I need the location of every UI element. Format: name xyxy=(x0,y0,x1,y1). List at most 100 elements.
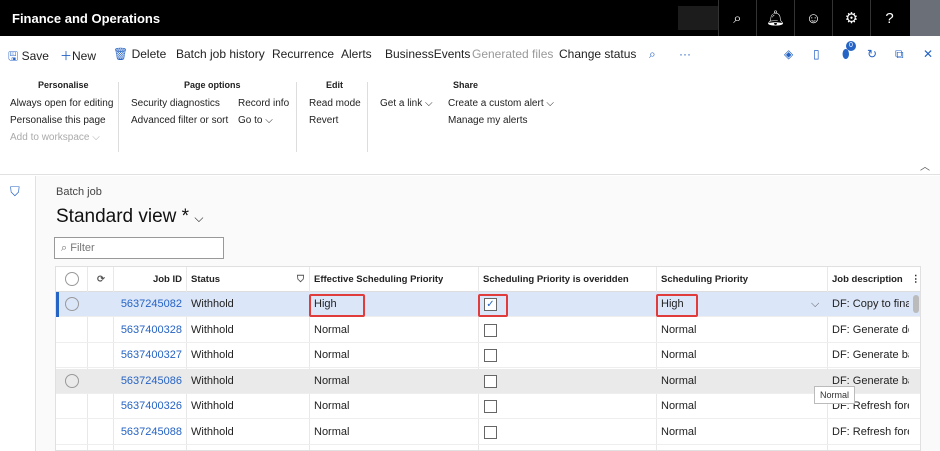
office-icon[interactable]: ▯ xyxy=(813,47,820,61)
status-cell: Withhold xyxy=(191,349,234,361)
diamond-icon[interactable]: ◈ xyxy=(784,47,793,61)
scheduling-priority-cell[interactable]: Normal xyxy=(656,318,696,343)
search-icon[interactable]: ⌕ xyxy=(649,47,656,62)
scheduling-priority-cell[interactable]: Normal xyxy=(656,394,696,419)
search-icon[interactable]: ⌕ xyxy=(718,0,756,36)
overridden-checkbox[interactable] xyxy=(484,323,497,337)
col-effective-priority[interactable]: Effective Scheduling Priority xyxy=(309,267,443,292)
generated-files-button[interactable]: Generated files xyxy=(472,47,553,61)
company-selector[interactable] xyxy=(678,6,718,30)
table-row[interactable]: 5637400326 Withhold Normal Normal DF: Refres… xyxy=(56,394,920,419)
main-content: Batch job Standard view * ⌵ ⌕ Filter ⟳ J… xyxy=(36,176,940,451)
batch-job-grid: ⟳ Job ID Status ⛉ Effective Scheduling P… xyxy=(55,266,921,451)
overridden-checkbox[interactable] xyxy=(484,349,497,362)
new-button[interactable]: ＋New xyxy=(60,47,96,64)
divider xyxy=(296,82,297,152)
scheduling-priority-cell[interactable]: Normal xyxy=(656,420,696,445)
open-new-window-icon[interactable]: ⧉ xyxy=(895,47,904,62)
overridden-checkbox[interactable] xyxy=(484,400,497,413)
get-a-link[interactable]: Get a link ⌵ xyxy=(380,98,433,109)
column-options-icon[interactable]: ⋮ xyxy=(906,267,920,292)
job-id-link[interactable]: 5637245088 xyxy=(113,420,186,445)
gear-icon[interactable]: ⚙ xyxy=(832,0,870,36)
always-open-for-editing[interactable]: Always open for editing xyxy=(10,98,113,109)
chevron-down-icon[interactable]: ⌵ xyxy=(806,292,819,317)
job-id-link[interactable]: 5637400328 xyxy=(113,318,186,343)
table-row[interactable]: 5637245086 Withhold Normal Normal DF: Genera… xyxy=(56,368,920,394)
table-row[interactable]: 5637245088 Withhold Normal Normal DF: Refres… xyxy=(56,420,920,445)
chevron-down-icon: ⌵ xyxy=(194,211,204,225)
refresh-icon[interactable]: ⟳ xyxy=(92,267,105,292)
save-icon: 🖫 xyxy=(8,49,19,63)
action-pane: 🖫 Save ＋New 🗑︎ Delete Batch job history … xyxy=(0,36,940,70)
attachments-badge: 0 xyxy=(846,41,856,51)
go-to[interactable]: Go to ⌵ xyxy=(238,115,273,126)
tooltip: Normal xyxy=(814,386,856,404)
scheduling-priority-cell[interactable]: Normal xyxy=(656,343,696,368)
delete-label: Delete xyxy=(131,47,167,61)
priority-overridden-cell[interactable] xyxy=(478,369,518,394)
priority-overridden-cell[interactable] xyxy=(478,420,518,445)
col-priority-overridden[interactable]: Scheduling Priority is overidden xyxy=(478,267,629,292)
priority-overridden-cell[interactable] xyxy=(478,318,518,343)
record-info[interactable]: Record info xyxy=(238,98,289,109)
business-events-button[interactable]: BusinessEvents xyxy=(385,47,470,61)
job-id-link[interactable]: 5637400326 xyxy=(113,394,186,419)
overridden-checkbox[interactable] xyxy=(484,425,497,439)
change-status-button[interactable]: Change status xyxy=(559,47,636,61)
job-id-link[interactable]: 5637245082 xyxy=(113,292,186,317)
read-mode[interactable]: Read mode xyxy=(309,98,361,109)
job-description-cell: DF: Generate bas xyxy=(832,349,909,361)
column-filter-icon[interactable]: ⛉ xyxy=(292,267,304,292)
save-label: Save xyxy=(21,49,49,63)
more-icon[interactable]: ··· xyxy=(679,47,691,61)
job-id-link[interactable]: 5637400327 xyxy=(113,343,186,368)
attachments-icon[interactable]: ⬮ 0 xyxy=(842,41,856,62)
recurrence-button[interactable]: Recurrence xyxy=(272,47,334,61)
refresh-icon[interactable]: ↻ xyxy=(867,47,877,61)
row-select-checkbox[interactable] xyxy=(65,297,79,311)
create-custom-alert[interactable]: Create a custom alert ⌵ xyxy=(448,98,554,109)
col-job-id[interactable]: Job ID xyxy=(113,267,186,292)
alerts-button[interactable]: Alerts xyxy=(341,47,372,61)
status-cell: Withhold xyxy=(191,400,234,412)
add-to-workspace[interactable]: Add to workspace ⌵ xyxy=(10,132,100,143)
manage-my-alerts[interactable]: Manage my alerts xyxy=(448,115,527,126)
priority-overridden-cell[interactable] xyxy=(478,343,518,368)
page-title: Standard view * xyxy=(56,206,190,227)
status-cell: Withhold xyxy=(191,323,234,336)
col-status[interactable]: Status xyxy=(186,267,309,292)
batch-job-history-button[interactable]: Batch job history xyxy=(176,47,265,61)
table-row[interactable]: 5637400327 Withhold Normal Normal DF: Genera… xyxy=(56,343,920,368)
view-selector[interactable]: Standard view * ⌵ xyxy=(56,206,203,228)
personalise-this-page[interactable]: Personalise this page xyxy=(10,115,106,126)
create-custom-alert-label: Create a custom alert xyxy=(448,98,544,109)
help-icon[interactable]: ? xyxy=(870,0,908,36)
avatar[interactable] xyxy=(910,0,940,36)
selected-row-marker xyxy=(56,292,59,317)
filter-input[interactable]: ⌕ Filter xyxy=(54,237,224,259)
job-id-link[interactable]: 5637245086 xyxy=(113,369,186,394)
divider xyxy=(367,82,368,152)
scheduling-priority-cell[interactable]: Normal xyxy=(656,369,696,394)
job-description-cell: DF: Generate der xyxy=(832,323,909,336)
scrollbar[interactable] xyxy=(913,295,919,313)
select-all-checkbox[interactable] xyxy=(65,272,79,286)
table-row[interactable]: 5637400328 Withhold Normal Normal DF: Genera… xyxy=(56,318,920,343)
row-select-checkbox[interactable] xyxy=(65,373,79,388)
advanced-filter-or-sort[interactable]: Advanced filter or sort xyxy=(131,115,228,126)
top-bar: Finance and Operations ⌕ 🔔︎ ☺ ⚙ ? xyxy=(0,0,940,36)
bell-icon[interactable]: 🔔︎ xyxy=(756,0,794,36)
security-diagnostics[interactable]: Security diagnostics xyxy=(131,98,220,109)
priority-overridden-cell[interactable] xyxy=(478,394,518,419)
filter-icon[interactable]: ⛉ xyxy=(10,184,20,200)
collapse-ribbon-icon[interactable]: ︿ xyxy=(920,158,930,173)
smiley-icon[interactable]: ☺ xyxy=(794,0,832,36)
delete-button[interactable]: 🗑︎ Delete xyxy=(113,47,166,61)
overridden-checkbox[interactable] xyxy=(484,374,497,388)
revert[interactable]: Revert xyxy=(309,115,338,126)
save-button[interactable]: 🖫 Save xyxy=(8,47,49,68)
col-scheduling-priority[interactable]: Scheduling Priority xyxy=(656,267,748,292)
close-icon[interactable]: ✕ xyxy=(923,47,933,61)
col-job-description[interactable]: Job description xyxy=(827,267,903,292)
